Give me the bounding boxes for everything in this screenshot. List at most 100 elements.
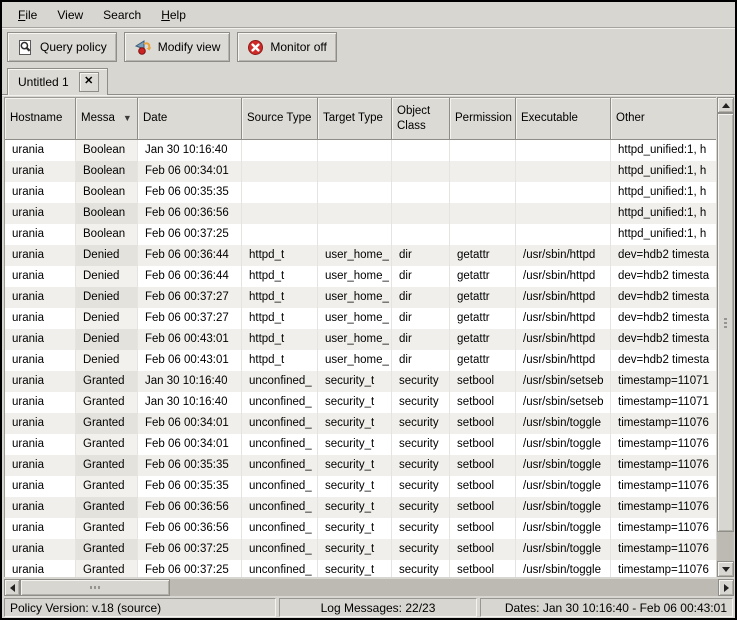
table-row[interactable]: uraniaGrantedFeb 06 00:34:01unconfined_s… <box>5 413 716 434</box>
log-messages-status: Log Messages: 22/23 <box>279 598 477 617</box>
cell-other: timestamp=11076 <box>611 434 716 455</box>
table-row[interactable]: uraniaGrantedFeb 06 00:37:25unconfined_s… <box>5 539 716 560</box>
cell-date: Feb 06 00:36:56 <box>138 203 242 224</box>
arrow-up-icon <box>722 103 730 108</box>
table-row[interactable]: uraniaGrantedFeb 06 00:34:01unconfined_s… <box>5 434 716 455</box>
cell-object-class: security <box>392 518 450 539</box>
column-header-date[interactable]: Date <box>138 98 242 140</box>
table-row[interactable]: uraniaDeniedFeb 06 00:36:44httpd_tuser_h… <box>5 245 716 266</box>
menu-search[interactable]: Search <box>93 5 151 25</box>
tab-close-button[interactable]: ✕ <box>79 72 99 92</box>
tab-untitled-1[interactable]: Untitled 1 ✕ <box>7 68 108 95</box>
cell-executable <box>516 140 611 161</box>
cell-other: timestamp=11076 <box>611 413 716 434</box>
cell-source-type: unconfined_ <box>242 539 318 560</box>
cell-permission: setbool <box>450 560 516 577</box>
cell-target-type <box>318 182 392 203</box>
table-row[interactable]: uraniaDeniedFeb 06 00:36:44httpd_tuser_h… <box>5 266 716 287</box>
table-row[interactable]: uraniaBooleanJan 30 10:16:40httpd_unifie… <box>5 140 716 161</box>
vertical-scrollbar-trough[interactable] <box>717 532 734 561</box>
table-row[interactable]: uraniaBooleanFeb 06 00:36:56httpd_unifie… <box>5 203 716 224</box>
column-header-label: Permission <box>455 111 512 125</box>
cell-messa: Granted <box>76 560 138 577</box>
scroll-left-button[interactable] <box>4 579 20 596</box>
vertical-scrollbar-thumb[interactable] <box>717 113 734 532</box>
table-row[interactable]: uraniaDeniedFeb 06 00:37:27httpd_tuser_h… <box>5 308 716 329</box>
horizontal-scrollbar[interactable] <box>4 579 734 596</box>
table-row[interactable]: uraniaGrantedFeb 06 00:35:35unconfined_s… <box>5 455 716 476</box>
table-row[interactable]: uraniaBooleanFeb 06 00:37:25httpd_unifie… <box>5 224 716 245</box>
cell-date: Feb 06 00:34:01 <box>138 434 242 455</box>
cell-permission <box>450 161 516 182</box>
menu-view[interactable]: View <box>47 5 93 25</box>
monitor-off-button[interactable]: Monitor off <box>237 32 336 62</box>
table-row[interactable]: uraniaDeniedFeb 06 00:43:01httpd_tuser_h… <box>5 329 716 350</box>
table-body: uraniaBooleanJan 30 10:16:40httpd_unifie… <box>5 140 716 577</box>
table-row[interactable]: uraniaGrantedFeb 06 00:36:56unconfined_s… <box>5 497 716 518</box>
close-icon: ✕ <box>84 76 93 87</box>
cell-messa: Boolean <box>76 203 138 224</box>
column-header-hostname[interactable]: Hostname <box>5 98 76 140</box>
cell-other: timestamp=11071 <box>611 392 716 413</box>
cell-messa: Boolean <box>76 161 138 182</box>
cell-date: Feb 06 00:34:01 <box>138 161 242 182</box>
menu-help[interactable]: Help <box>151 5 196 25</box>
cell-date: Feb 06 00:36:56 <box>138 518 242 539</box>
table-row[interactable]: uraniaGrantedFeb 06 00:37:25unconfined_s… <box>5 560 716 577</box>
table-row[interactable]: uraniaDeniedFeb 06 00:43:01httpd_tuser_h… <box>5 350 716 371</box>
cell-hostname: urania <box>5 392 76 413</box>
cell-object-class: security <box>392 476 450 497</box>
cell-hostname: urania <box>5 182 76 203</box>
column-header-other[interactable]: Other <box>611 98 716 140</box>
cell-messa: Boolean <box>76 224 138 245</box>
horizontal-scrollbar-thumb[interactable] <box>20 579 170 596</box>
arrow-left-icon <box>10 584 15 592</box>
cell-hostname: urania <box>5 245 76 266</box>
menu-file[interactable]: File <box>8 5 47 25</box>
horizontal-scrollbar-trough[interactable] <box>170 579 718 596</box>
table-row[interactable]: uraniaGrantedFeb 06 00:36:56unconfined_s… <box>5 518 716 539</box>
cell-hostname: urania <box>5 308 76 329</box>
scroll-right-button[interactable] <box>718 579 734 596</box>
modify-view-button[interactable]: Modify view <box>124 32 231 62</box>
cell-target-type: user_home_ <box>318 350 392 371</box>
cell-other: timestamp=11071 <box>611 371 716 392</box>
scrolled-window: HostnameMessa▼DateSource TypeTarget Type… <box>4 97 734 577</box>
scroll-up-button[interactable] <box>717 97 734 113</box>
arrow-right-icon <box>724 584 729 592</box>
monitor-off-label: Monitor off <box>270 40 326 54</box>
cell-other: timestamp=11076 <box>611 560 716 577</box>
table-row[interactable]: uraniaGrantedJan 30 10:16:40unconfined_s… <box>5 392 716 413</box>
column-header-messa[interactable]: Messa▼ <box>76 98 138 140</box>
cell-object-class: security <box>392 455 450 476</box>
query-policy-button[interactable]: Query policy <box>7 32 117 62</box>
cell-target-type: security_t <box>318 497 392 518</box>
table-row[interactable]: uraniaGrantedFeb 06 00:35:35unconfined_s… <box>5 476 716 497</box>
thumb-grip-icon <box>90 586 92 589</box>
column-header-source-type[interactable]: Source Type <box>242 98 318 140</box>
cell-messa: Granted <box>76 371 138 392</box>
vertical-scrollbar[interactable] <box>717 97 734 577</box>
table-row[interactable]: uraniaDeniedFeb 06 00:37:27httpd_tuser_h… <box>5 287 716 308</box>
cell-hostname: urania <box>5 560 76 577</box>
column-header-target-type[interactable]: Target Type <box>318 98 392 140</box>
cell-executable: /usr/sbin/setseb <box>516 371 611 392</box>
cell-messa: Granted <box>76 413 138 434</box>
scroll-down-button[interactable] <box>717 561 734 577</box>
cell-other: httpd_unified:1, h <box>611 161 716 182</box>
cell-permission: getattr <box>450 287 516 308</box>
cell-source-type: unconfined_ <box>242 518 318 539</box>
cell-target-type: security_t <box>318 560 392 577</box>
cell-permission: setbool <box>450 371 516 392</box>
cell-target-type <box>318 140 392 161</box>
column-header-executable[interactable]: Executable <box>516 98 611 140</box>
column-header-object-class[interactable]: Object Class <box>392 98 450 140</box>
cell-messa: Granted <box>76 497 138 518</box>
table-row[interactable]: uraniaBooleanFeb 06 00:34:01httpd_unifie… <box>5 161 716 182</box>
cell-source-type: unconfined_ <box>242 455 318 476</box>
status-bar: Policy Version: v.18 (source) Log Messag… <box>2 597 735 618</box>
cell-date: Jan 30 10:16:40 <box>138 392 242 413</box>
column-header-permission[interactable]: Permission <box>450 98 516 140</box>
table-row[interactable]: uraniaGrantedJan 30 10:16:40unconfined_s… <box>5 371 716 392</box>
table-row[interactable]: uraniaBooleanFeb 06 00:35:35httpd_unifie… <box>5 182 716 203</box>
